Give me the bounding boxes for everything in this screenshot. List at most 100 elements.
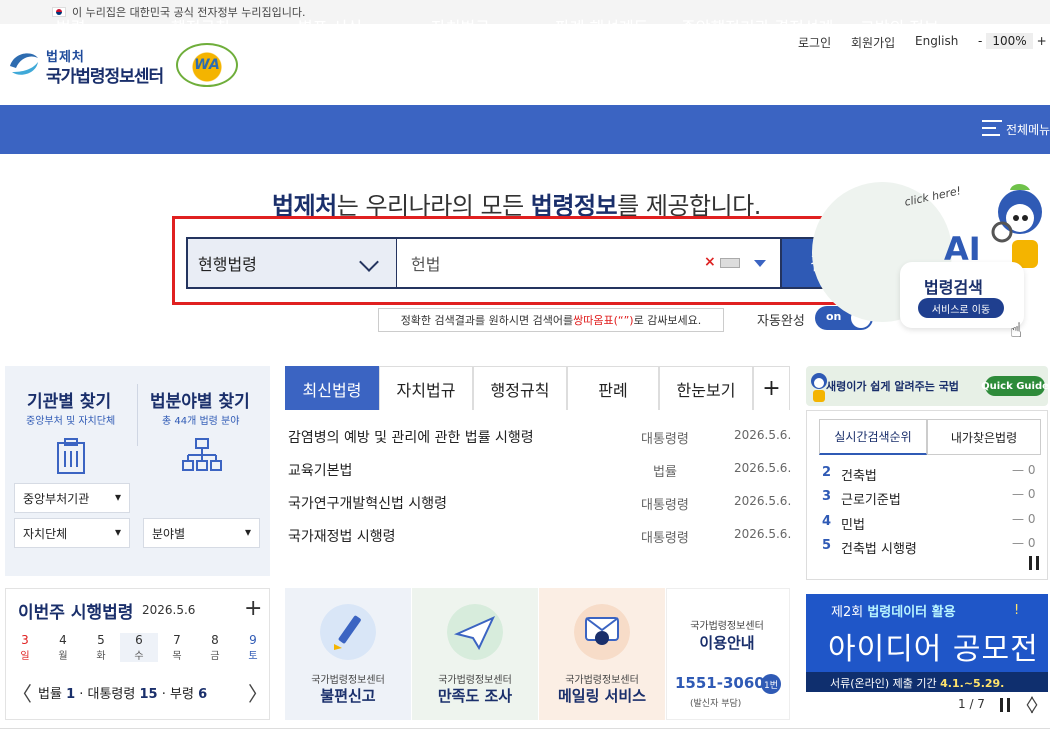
logo-main-text[interactable]: 국가법령정보센터 [46, 62, 164, 87]
web-accessibility-badge: WA [176, 43, 238, 87]
info-phone: 1551-3060 [675, 674, 765, 692]
decree-count[interactable]: 15 [140, 687, 158, 702]
hamburger-menu-icon[interactable] [982, 120, 1002, 136]
latest-law-title[interactable]: 교육기본법 [288, 460, 352, 480]
banner-next-icon[interactable]: 〉 [1030, 692, 1048, 718]
pause-banner-icon[interactable] [1000, 698, 1010, 712]
latest-law-title[interactable]: 국가연구개발혁신법 시행령 [288, 493, 447, 513]
search-scope-value: 현행법령 [198, 255, 257, 274]
banner-pager: 1 / 7 [958, 697, 985, 711]
ordinance-count[interactable]: 6 [198, 687, 207, 702]
day-wed[interactable]: 6수 [120, 633, 158, 662]
tab-precedents[interactable]: 판례 [567, 366, 659, 410]
mascot-character-icon [991, 184, 1042, 268]
nav-item-precedents[interactable]: 판례·해석례등 [555, 14, 648, 38]
ordinance-count-label: 부령 [170, 687, 194, 702]
rank-law-name[interactable]: 건축법 [841, 465, 877, 484]
info-title[interactable]: 이용안내 [672, 632, 782, 653]
pen-report-icon [320, 604, 376, 660]
latest-law-date: 2026.5.6. [734, 428, 792, 442]
tab-local-laws[interactable]: 자치법규 [379, 366, 473, 410]
mailing-person-icon [574, 604, 630, 660]
day-num: 8 [211, 633, 219, 647]
local-gov-select[interactable]: 자치단체 [14, 518, 130, 548]
law-count[interactable]: 1 [66, 687, 75, 702]
keyboard-icon[interactable] [720, 258, 740, 268]
banner-sub-prefix: 서류(온라인) 제출 기간 [830, 677, 941, 690]
tab-overview[interactable]: 한눈보기 [659, 366, 753, 410]
nav-item-forms[interactable]: 별표·서식 [298, 14, 362, 38]
weekly-laws-date: 2026.5.6 [142, 603, 196, 617]
latest-law-title[interactable]: 국가재정법 시행령 [288, 526, 396, 546]
tip-prefix: 정확한 검색결과를 원하시면 검색어를 [400, 314, 574, 327]
org-chart-icon[interactable] [182, 437, 222, 475]
moleg-logo-icon[interactable] [6, 46, 42, 82]
central-agency-select[interactable]: 중앙부처기관 [14, 483, 130, 513]
latest-law-date: 2026.5.6. [734, 527, 792, 541]
zoom-out-button[interactable]: - [978, 34, 982, 48]
service-title-survey[interactable]: 만족도 조사 [412, 685, 538, 706]
footer-divider [0, 728, 1050, 729]
weekly-more-button[interactable]: + [244, 596, 262, 621]
agency-finder-title[interactable]: 기관별 찾기 [27, 387, 111, 412]
day-sat[interactable]: 9토 [234, 633, 272, 662]
quick-guide-button[interactable]: Quick Guide [981, 376, 1049, 396]
rank-law-name[interactable]: 민법 [841, 514, 865, 533]
nav-item-law[interactable]: 법령 [56, 14, 85, 38]
latest-law-title[interactable]: 감염병의 예방 및 관리에 관한 법률 시행령 [288, 427, 534, 447]
ai-subtitle: 법령검색 [924, 278, 983, 297]
nav-item-local-laws[interactable]: 자치법규 [431, 14, 490, 38]
day-num: 9 [249, 633, 257, 647]
tab-admin-rules[interactable]: 행정규칙 [473, 366, 567, 410]
pause-ranking-icon[interactable] [1029, 556, 1039, 570]
nav-item-other-info[interactable]: 그밖의 정보 [860, 14, 939, 38]
zoom-in-button[interactable]: + [1037, 34, 1047, 48]
pointer-hand-icon: ☝ [1010, 318, 1023, 342]
tab-latest-laws[interactable]: 최신법령 [285, 366, 379, 410]
rank-delta-value: 0 [1027, 487, 1036, 501]
rank-delta: — 0 [1012, 487, 1036, 501]
ai-title: AI [944, 230, 981, 268]
latest-law-date: 2026.5.6. [734, 494, 792, 508]
field-finder-title[interactable]: 법분야별 찾기 [150, 387, 250, 412]
day-sun[interactable]: 3일 [6, 633, 44, 662]
weekly-counts: 법률 1 · 대통령령 15 · 부령 6 [38, 687, 208, 702]
day-fri[interactable]: 8금 [196, 633, 234, 662]
toggle-state: on [826, 310, 842, 323]
agency-finder-sub: 중앙부처 및 자치단체 [26, 416, 116, 427]
field-select[interactable]: 분야별 [143, 518, 260, 548]
tab-my-laws[interactable]: 내가찾은법령 [927, 419, 1041, 455]
banner-top-bold: 법령데이터 활용 [867, 605, 956, 620]
rank-law-name[interactable]: 건축법 시행령 [841, 538, 917, 557]
ai-service-button[interactable]: 서비스로 이동 [918, 298, 1004, 318]
day-num: 7 [173, 633, 181, 647]
tab-realtime-ranking[interactable]: 실시간검색순위 [819, 419, 927, 455]
day-thu[interactable]: 7목 [158, 633, 196, 662]
next-week-arrow-icon[interactable]: 〉 [248, 678, 268, 707]
service-title-complaint[interactable]: 불편신고 [285, 685, 411, 706]
rank-delta-value: 0 [1027, 536, 1036, 550]
banner-top-prefix: 제2회 [831, 605, 868, 620]
banner-sub-bold: 4.1.~5.29. [940, 677, 1005, 690]
prev-week-arrow-icon[interactable]: 〈 [12, 678, 32, 707]
building-icon[interactable] [52, 437, 90, 475]
day-num: 4 [59, 633, 67, 647]
rank-law-name[interactable]: 근로기준법 [841, 489, 901, 508]
banner-big-text: 아이디어 공모전 [828, 632, 1039, 667]
day-mon[interactable]: 4월 [44, 633, 82, 662]
nav-item-admin-rules[interactable]: 행정규칙 [171, 14, 230, 38]
autocomplete-toggle-icon[interactable] [754, 260, 766, 267]
weekly-laws-title[interactable]: 이번주 시행법령 [18, 598, 133, 623]
nav-item-agency-decisions[interactable]: 중앙행정기관 결정선례 [681, 14, 833, 38]
autocomplete-label: 자동완성 [757, 314, 805, 329]
day-num: 3 [21, 633, 29, 647]
clear-search-icon[interactable]: × [704, 254, 716, 270]
day-tue[interactable]: 5화 [82, 633, 120, 662]
rank-number: 5 [822, 538, 832, 553]
service-title-mailing[interactable]: 메일링 서비스 [539, 685, 665, 706]
all-menu-label[interactable]: 전체메뉴 [1006, 121, 1050, 138]
latest-law-kind: 대통령령 [641, 498, 689, 513]
rank-delta-value: 0 [1027, 463, 1036, 477]
tab-more-button[interactable]: + [753, 366, 790, 410]
phone-option-badge: 1번 [761, 674, 781, 694]
